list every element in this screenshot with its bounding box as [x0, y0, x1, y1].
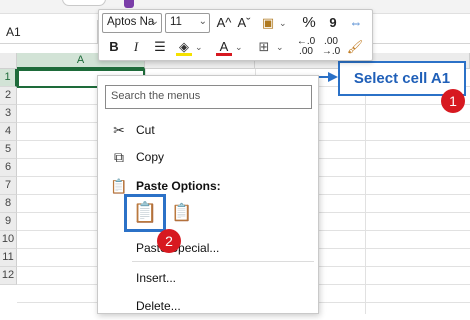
menu-search-input[interactable]: Search the menus [105, 85, 312, 109]
fill-color-button[interactable]: ◈ [175, 37, 193, 57]
font-color-letter: A [219, 39, 229, 54]
row-header-2[interactable]: 2 [0, 87, 17, 105]
bold-button[interactable]: B [105, 37, 123, 57]
font-name-value: Aptos Na [107, 16, 155, 28]
step-badge-2: 2 [157, 229, 181, 253]
borders-icon[interactable]: ⊞ [255, 37, 273, 57]
name-box[interactable]: A1 [0, 20, 98, 44]
menu-item-delete[interactable]: Delete... [98, 292, 318, 320]
row-header-12[interactable]: 12 [0, 267, 17, 285]
row-header-3[interactable]: 3 [0, 105, 17, 123]
grid-line [365, 69, 366, 314]
decrease-font-size-button[interactable]: Aˇ [235, 13, 253, 33]
paste-values-icon[interactable]: 📋 [170, 200, 194, 226]
font-color-swatch [216, 53, 232, 56]
row-header-5[interactable]: 5 [0, 141, 17, 159]
paste-icon: 📋 [132, 202, 158, 224]
format-painter-icon[interactable]: 🖌 [346, 37, 364, 57]
align-center-icon[interactable]: ☰ [151, 37, 169, 57]
menu-separator [132, 261, 314, 262]
font-size-dropdown[interactable]: 11 ⌄ [165, 13, 210, 33]
number-format-icon[interactable]: ▣ [259, 13, 277, 33]
menu-item-label: Insert... [136, 271, 177, 285]
row-header-4[interactable]: 4 [0, 123, 17, 141]
chevron-down-icon: ⌄ [198, 16, 207, 27]
percent-style-button[interactable]: % [300, 13, 318, 33]
paint-bucket-icon: ◈ [179, 39, 189, 54]
row-header-8[interactable]: 8 [0, 195, 17, 213]
row-header-1[interactable]: 1 [0, 69, 17, 87]
menu-item-insert[interactable]: Insert... [98, 264, 318, 292]
chevron-down-icon[interactable]: ⌄ [279, 13, 287, 33]
menu-item-paste-special[interactable]: Paste Special... [98, 234, 318, 262]
scissors-icon: ✂ [113, 122, 125, 138]
paste-option-button[interactable]: 📋 [124, 194, 166, 232]
app-icon [124, 0, 134, 8]
chevron-down-icon[interactable]: ⌄ [235, 37, 243, 57]
menu-item-copy[interactable]: ⧉ Copy [98, 143, 318, 171]
row-header-10[interactable]: 10 [0, 231, 17, 249]
row-header-6[interactable]: 6 [0, 159, 17, 177]
row-header-11[interactable]: 11 [0, 249, 17, 267]
row-header-7[interactable]: 7 [0, 177, 17, 195]
comma-style-button[interactable]: 9 [324, 13, 342, 33]
font-name-dropdown[interactable]: Aptos Na ⌄ [102, 13, 162, 33]
mini-toolbar: Aptos Na ⌄ 11 ⌄ A^ Aˇ ▣ ⌄ % 9 ⇔ B I ☰ ◈ … [98, 9, 373, 61]
increase-font-size-button[interactable]: A^ [215, 13, 233, 33]
row-header-9[interactable]: 9 [0, 213, 17, 231]
menu-item-label: Delete... [136, 299, 181, 313]
ribbon-toggle[interactable] [62, 0, 106, 6]
clipboard-icon: 📋 [110, 178, 128, 194]
increase-decimal-button[interactable]: ←.0 .00 [295, 37, 317, 57]
merge-center-icon[interactable]: ⇔ [347, 13, 365, 33]
step-badge-1: 1 [441, 89, 465, 113]
decrease-decimal-button[interactable]: .00 →.0 [320, 37, 342, 57]
chevron-down-icon[interactable]: ⌄ [276, 37, 284, 57]
chevron-down-icon[interactable]: ⌄ [195, 37, 203, 57]
callout-arrow-head [328, 72, 338, 82]
menu-item-label: Copy [136, 150, 165, 164]
menu-item-cut[interactable]: ✂ Cut [98, 116, 318, 144]
menu-item-label: Paste Options: [136, 179, 221, 193]
chevron-down-icon: ⌄ [150, 16, 159, 27]
fill-color-swatch [176, 53, 192, 56]
copy-icon: ⧉ [114, 149, 124, 165]
menu-item-label: Cut [136, 123, 155, 137]
font-size-value: 11 [170, 16, 182, 28]
italic-button[interactable]: I [127, 37, 145, 57]
select-all-corner[interactable] [0, 53, 17, 69]
font-color-button[interactable]: A [215, 37, 233, 57]
